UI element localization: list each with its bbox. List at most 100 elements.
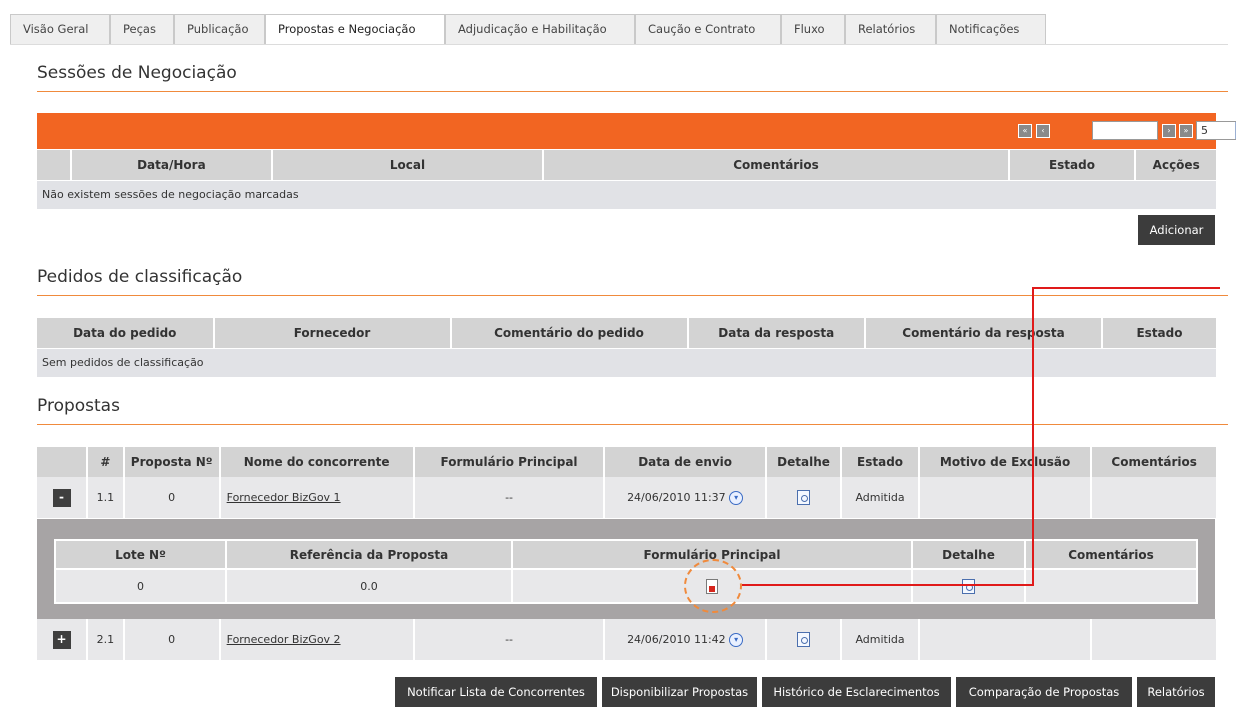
table-row: - 1.1 0 Fornecedor BizGov 1 -- 24/06/201…	[37, 477, 1216, 518]
page-input[interactable]	[1092, 121, 1158, 140]
row-num: 2.1	[88, 619, 123, 660]
proposals-table: # Proposta Nº Nome do concorrente Formul…	[35, 447, 1218, 518]
proposals-header-formulario: Formulário Principal	[414, 447, 604, 477]
bidder-link[interactable]: Fornecedor BizGov 2	[227, 633, 341, 646]
proposals-header-data-envio: Data de envio	[605, 447, 765, 477]
publish-proposals-button[interactable]: Disponibilizar Propostas	[602, 677, 757, 707]
sessions-header-estado: Estado	[1009, 150, 1135, 180]
detail-icon[interactable]	[797, 490, 811, 505]
requests-title: Pedidos de classificação	[37, 266, 1228, 296]
requests-header-fornecedor: Fornecedor	[214, 318, 450, 348]
tab-propostas-negociacao[interactable]: Propostas e Negociação	[265, 14, 445, 44]
add-session-button[interactable]: Adicionar	[1138, 215, 1215, 245]
row-date: 24/06/2010 11:37	[627, 490, 726, 504]
requests-header-comentario-resposta: Comentário da resposta	[866, 318, 1101, 348]
lot-header-detalhe: Detalhe	[911, 539, 1026, 570]
lot-header-comentarios: Comentários	[1024, 539, 1198, 570]
requests-empty-message: Sem pedidos de classificação	[37, 349, 1216, 377]
expand-button[interactable]: +	[52, 630, 71, 649]
proposals-header-nome: Nome do concorrente	[220, 447, 413, 477]
annotation-line-vertical	[1032, 287, 1034, 586]
proposal-lot-panel: Lote Nº Referência da Proposta Formulári…	[37, 519, 1215, 619]
row-detail-cell	[766, 619, 841, 660]
row-comments	[1092, 619, 1216, 660]
lot-header-lote: Lote Nº	[54, 539, 227, 570]
requests-header-estado: Estado	[1103, 318, 1216, 348]
proposals-header-proposta: Proposta Nº	[124, 447, 219, 477]
requests-header-comentario-pedido: Comentário do pedido	[451, 318, 687, 348]
requests-header-data-pedido: Data do pedido	[37, 318, 213, 348]
row-proposal: 0	[124, 619, 219, 660]
sessions-header-comentarios: Comentários	[544, 150, 1008, 180]
annotation-line-top	[1032, 287, 1220, 289]
proposals-table-continued: + 2.1 0 Fornecedor BizGov 2 -- 24/06/201…	[35, 619, 1218, 660]
sessions-title: Sessões de Negociação	[37, 62, 1228, 92]
row-detail-cell	[766, 477, 841, 518]
annotation-line-horizontal	[742, 584, 1034, 586]
row-num: 1.1	[88, 477, 123, 518]
row-form: --	[414, 619, 604, 660]
notify-bidders-button[interactable]: Notificar Lista de Concorrentes	[395, 677, 597, 707]
table-row: 0 0.0	[54, 568, 1198, 604]
reports-button[interactable]: Relatórios	[1137, 677, 1215, 707]
detail-icon[interactable]	[797, 632, 811, 647]
proposals-header-num: #	[88, 447, 123, 477]
collapse-button[interactable]: -	[52, 488, 71, 507]
lot-ref: 0.0	[225, 568, 513, 604]
tab-pecas[interactable]: Peças	[110, 14, 174, 44]
proposals-header-detalhe: Detalhe	[766, 447, 841, 477]
sessions-header-local: Local	[272, 150, 543, 180]
row-date: 24/06/2010 11:42	[627, 632, 726, 646]
last-page-icon[interactable]: »	[1179, 124, 1193, 138]
row-status: Admitida	[842, 619, 918, 660]
sessions-header-blank	[37, 150, 71, 180]
tab-relatorios[interactable]: Relatórios	[845, 14, 936, 44]
first-page-icon[interactable]: «	[1018, 124, 1032, 138]
row-date-cell: 24/06/2010 11:37 ▾	[605, 477, 765, 518]
row-proposal: 0	[124, 477, 219, 518]
lot-comments	[1024, 568, 1198, 604]
sessions-header-accoes: Acções	[1136, 150, 1216, 180]
sessions-table: Data/Hora Local Comentários Estado Acçõe…	[35, 150, 1218, 180]
row-comments	[1092, 477, 1216, 518]
tab-publicacao[interactable]: Publicação	[174, 14, 265, 44]
compare-proposals-button[interactable]: Comparação de Propostas	[956, 677, 1132, 707]
lot-detail-cell	[911, 568, 1026, 604]
prev-page-icon[interactable]: ‹	[1036, 124, 1050, 138]
row-form: --	[414, 477, 604, 518]
requests-header-data-resposta: Data da resposta	[688, 318, 864, 348]
row-name-cell: Fornecedor BizGov 1	[220, 477, 413, 518]
tab-fluxo[interactable]: Fluxo	[781, 14, 845, 44]
sessions-header-datahora: Data/Hora	[72, 150, 271, 180]
page-size-select[interactable]: 5 ▼	[1196, 121, 1236, 140]
requests-table: Data do pedido Fornecedor Comentário do …	[35, 318, 1218, 348]
row-toggle-cell: -	[37, 477, 86, 518]
row-exclusion	[919, 477, 1091, 518]
tab-caucao-contrato[interactable]: Caução e Contrato	[635, 14, 781, 44]
tab-bar-divider	[10, 44, 1228, 45]
history-clock-icon[interactable]: ▾	[729, 632, 744, 647]
clarifications-history-button[interactable]: Histórico de Esclarecimentos	[762, 677, 951, 707]
next-page-icon[interactable]: ›	[1162, 124, 1176, 138]
history-clock-icon[interactable]: ▾	[729, 490, 744, 505]
lot-table: Lote Nº Referência da Proposta Formulári…	[54, 539, 1198, 604]
lot-num: 0	[54, 568, 227, 604]
tab-visao-geral[interactable]: Visão Geral	[10, 14, 110, 44]
pager-bar: « ‹ › » 5 ▼	[37, 113, 1236, 149]
tab-bar: Visão Geral Peças Publicação Propostas e…	[10, 14, 1046, 44]
tab-notificacoes[interactable]: Notificações	[936, 14, 1046, 44]
proposals-header-motivo: Motivo de Exclusão	[919, 447, 1091, 477]
proposals-header-comentarios: Comentários	[1092, 447, 1216, 477]
row-status: Admitida	[842, 477, 918, 518]
lot-header-referencia: Referência da Proposta	[225, 539, 513, 570]
bidder-link[interactable]: Fornecedor BizGov 1	[227, 491, 341, 504]
row-date-cell: 24/06/2010 11:42 ▾	[605, 619, 765, 660]
row-exclusion	[919, 619, 1091, 660]
detail-icon[interactable]	[962, 578, 975, 594]
sessions-empty-message: Não existem sessões de negociação marcad…	[37, 181, 1216, 209]
tab-adjudicacao-habilitacao[interactable]: Adjudicação e Habilitação	[445, 14, 635, 44]
page-size-value: 5	[1201, 124, 1208, 137]
row-toggle-cell: +	[37, 619, 86, 660]
proposals-header-toggle	[37, 447, 86, 477]
table-row: + 2.1 0 Fornecedor BizGov 2 -- 24/06/201…	[37, 619, 1216, 660]
